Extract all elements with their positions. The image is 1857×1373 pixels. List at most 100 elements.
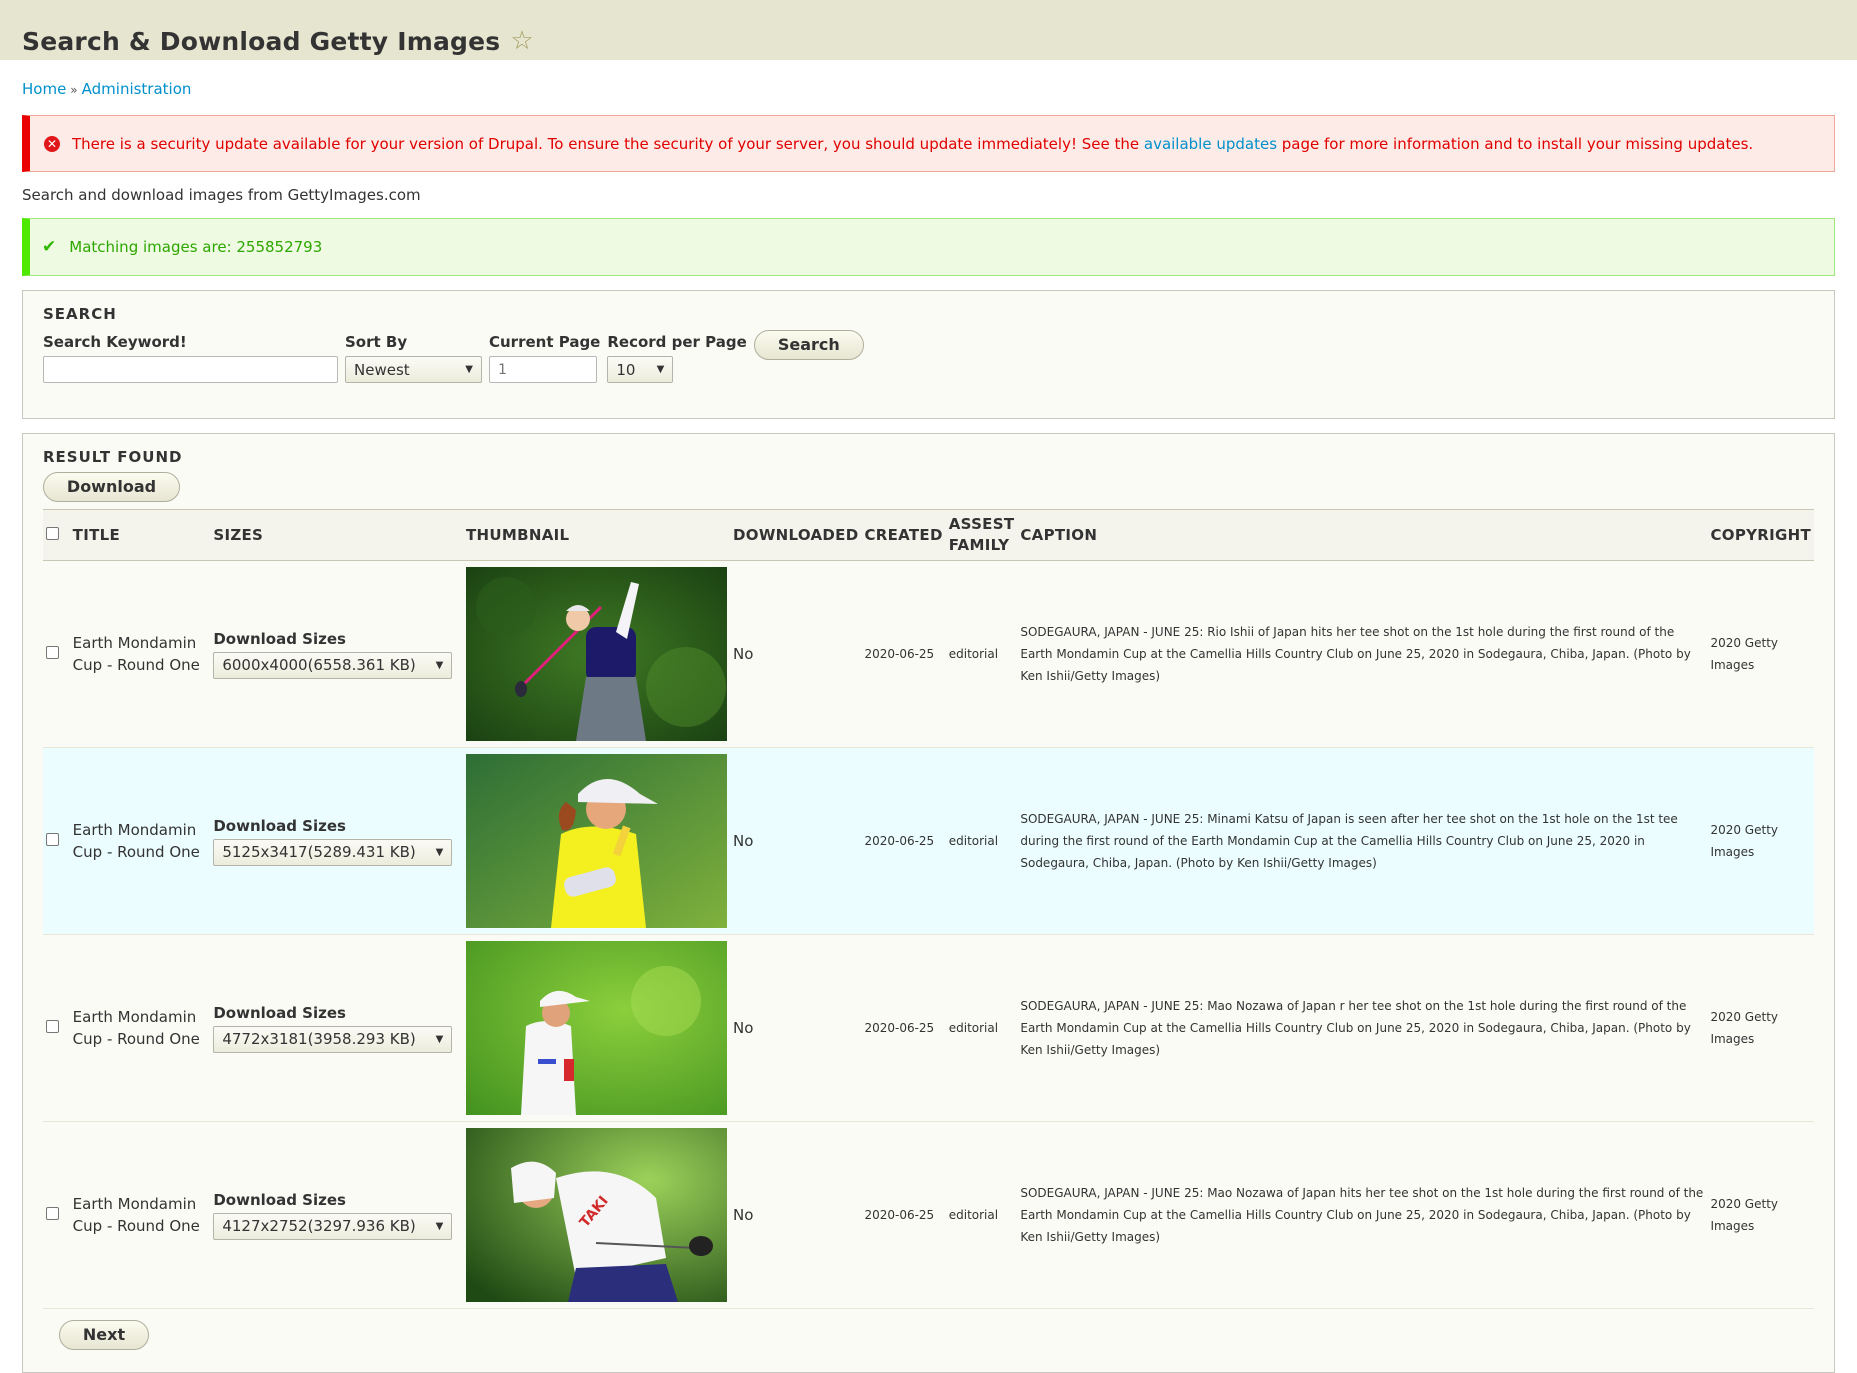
next-button[interactable]: Next [59,1320,149,1350]
row-copyright: 2020 Getty Images [1707,934,1814,1122]
current-page-input[interactable] [489,356,597,383]
results-table: TITLE SIZES THUMBNAIL DOWNLOADED CREATED… [43,509,1814,1309]
row-downloaded: No [730,934,862,1122]
error-text: There is a security update available for… [72,135,1753,153]
select-all-checkbox[interactable] [46,526,59,540]
breadcrumb-separator: » [70,83,78,97]
checkmark-icon: ✔ [42,237,57,257]
row-thumbnail-cell [463,934,731,1122]
keyword-label: Search Keyword! [43,333,187,351]
row-sizes-cell: Download Sizes 4772x3181(3958.293 KB) ▼ [210,934,464,1122]
row-checkbox[interactable] [46,1020,59,1033]
thumbnail-image[interactable]: TAKI [466,1128,728,1302]
download-sizes-label: Download Sizes [213,629,346,648]
table-row: Earth Mondamin Cup - Round One Download … [43,1121,1814,1309]
download-sizes-label: Download Sizes [213,816,346,835]
row-title: Earth Mondamin Cup - Round One [69,934,211,1122]
row-select-cell [43,560,70,748]
row-caption: SODEGAURA, JAPAN - JUNE 25: Minami Katsu… [1017,747,1708,935]
status-message: ✔ Matching images are: 255852793 [22,218,1835,276]
row-thumbnail-cell [463,747,731,935]
search-keyword-input[interactable] [43,356,338,383]
row-checkbox[interactable] [46,646,59,659]
search-button[interactable]: Search [753,330,864,360]
table-header-row: TITLE SIZES THUMBNAIL DOWNLOADED CREATED… [43,509,1814,561]
row-copyright: 2020 Getty Images [1707,747,1814,935]
chevron-down-icon: ▼ [435,1220,444,1232]
download-sizes-label: Download Sizes [213,1190,346,1209]
row-select-cell [43,747,70,935]
chevron-down-icon: ▼ [435,1033,444,1045]
row-title: Earth Mondamin Cup - Round One [69,747,211,935]
sort-label: Sort By [345,333,408,351]
row-asset-family: editorial [945,560,1018,748]
row-downloaded: No [730,1121,862,1309]
row-downloaded: No [730,560,862,748]
row-created: 2020-06-25 [861,1121,946,1309]
status-text: Matching images are: 255852793 [69,238,323,256]
breadcrumb: Home » Administration [22,80,1835,98]
download-size-value: 4127x2752(3297.936 KB) [222,1217,416,1235]
row-caption: SODEGAURA, JAPAN - JUNE 25: Mao Nozawa o… [1017,934,1708,1122]
col-copyright: COPYRIGHT [1710,525,1811,544]
thumbnail-image[interactable] [466,567,728,741]
row-title: Earth Mondamin Cup - Round One [69,1121,211,1309]
col-title[interactable]: TITLE [70,510,211,561]
download-sizes-select[interactable]: 4772x3181(3958.293 KB) ▼ [213,1025,453,1053]
sort-by-value: Newest [354,360,410,379]
intro-text: Search and download images from GettyIma… [22,186,421,204]
search-panel: SEARCH Search Keyword! Sort By Newest ▼ … [22,290,1835,419]
search-form-row: Search Keyword! Sort By Newest ▼ Current… [43,330,1814,383]
row-checkbox[interactable] [46,1207,59,1220]
keyword-item: Search Keyword! [43,333,338,383]
breadcrumb-home[interactable]: Home [22,80,66,98]
chevron-down-icon: ▼ [656,364,665,375]
row-select-cell [43,1121,70,1309]
download-size-value: 5125x3417(5289.431 KB) [222,843,416,861]
download-size-value: 4772x3181(3958.293 KB) [222,1030,416,1048]
row-sizes-cell: Download Sizes 5125x3417(5289.431 KB) ▼ [210,747,464,935]
row-title: Earth Mondamin Cup - Round One [69,560,211,748]
row-asset-family: editorial [945,934,1018,1122]
download-sizes-label: Download Sizes [213,1003,346,1022]
security-error-message: ✕ There is a security update available f… [22,115,1835,172]
download-sizes-select[interactable]: 6000x4000(6558.361 KB) ▼ [213,651,453,679]
thumbnail-image[interactable] [466,754,728,928]
row-caption: SODEGAURA, JAPAN - JUNE 25: Rio Ishii of… [1017,560,1708,748]
row-asset-family: editorial [945,747,1018,935]
col-thumbnail: THUMBNAIL [466,525,570,544]
thumbnail-image[interactable] [466,941,728,1115]
col-asset-family: ASSEST FAMILY [948,515,1015,554]
error-icon: ✕ [44,135,60,152]
col-caption: CAPTION [1020,525,1098,544]
row-thumbnail-cell: TAKI [463,1121,731,1309]
download-button[interactable]: Download [43,472,180,502]
download-sizes-select[interactable]: 4127x2752(3297.936 KB) ▼ [213,1212,453,1240]
page-title: Search & Download Getty Images [22,26,501,56]
row-thumbnail-cell [463,560,731,748]
download-size-value: 6000x4000(6558.361 KB) [222,656,416,674]
row-created: 2020-06-25 [861,747,946,935]
current-page-item: Current Page [489,333,600,383]
rpp-value: 10 [616,360,636,379]
row-caption: SODEGAURA, JAPAN - JUNE 25: Mao Nozawa o… [1017,1121,1708,1309]
row-checkbox[interactable] [46,833,59,846]
download-sizes-select[interactable]: 5125x3417(5289.431 KB) ▼ [213,838,453,866]
star-icon[interactable]: ☆ [510,28,533,54]
sort-item: Sort By Newest ▼ [345,333,482,383]
sort-by-select[interactable]: Newest ▼ [345,356,482,383]
row-asset-family: editorial [945,1121,1018,1309]
select-all-header [43,510,70,561]
rpp-label: Record per Page [607,333,747,351]
available-updates-link[interactable]: available updates [1144,135,1277,153]
col-created[interactable]: CREATED [861,510,945,561]
record-per-page-select[interactable]: 10 ▼ [607,356,674,383]
row-copyright: 2020 Getty Images [1707,1121,1814,1309]
col-downloaded: DOWNLOADED [733,525,859,544]
chevron-down-icon: ▼ [465,364,473,375]
chevron-down-icon: ▼ [435,659,444,671]
breadcrumb-administration[interactable]: Administration [82,80,192,98]
table-row: Earth Mondamin Cup - Round One Download … [43,747,1814,935]
row-sizes-cell: Download Sizes 4127x2752(3297.936 KB) ▼ [210,1121,464,1309]
row-select-cell [43,934,70,1122]
